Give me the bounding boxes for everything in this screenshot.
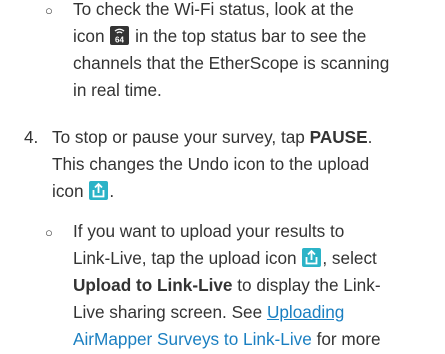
wifi-status-text-line1: To check the Wi-Fi status, look at the <box>73 0 354 19</box>
pause-label: PAUSE <box>309 127 368 147</box>
upload-to-link-live-label: Upload to Link-Live <box>73 275 233 295</box>
step4-icon-period: . <box>109 181 115 201</box>
upload-note-line3-after: to display the Link- <box>237 275 381 295</box>
wifi-channel-scan-icon: 64 <box>110 26 130 45</box>
sub-bullet: ○ <box>45 225 53 240</box>
wifi-channel-number: 64 <box>115 36 124 45</box>
upload-icon <box>302 248 322 267</box>
sub-bullet: ○ <box>45 3 53 18</box>
step4-text-before: To stop or pause your survey, tap <box>52 127 305 147</box>
step4-icon-word: icon <box>52 181 84 201</box>
upload-note-line1: If you want to upload your results to <box>73 221 345 241</box>
wifi-status-text-icon-word: icon <box>73 26 105 46</box>
upload-note-line2-after: , select <box>322 248 377 268</box>
upload-icon <box>89 181 109 200</box>
wifi-status-text-line4: in real time. <box>73 80 162 100</box>
uploading-airmapper-link-part2[interactable]: AirMapper Surveys to Link-Live <box>73 329 312 349</box>
step-number: 4. <box>24 127 39 147</box>
step4-line2: This changes the Undo icon to the upload <box>52 154 370 174</box>
upload-note-line4-before: Live sharing screen. See <box>73 302 263 322</box>
uploading-airmapper-link-part1[interactable]: Uploading <box>267 302 344 322</box>
wifi-status-text-line2: in the top status bar to see the <box>135 26 367 46</box>
upload-note-line2-before: Link-Live, tap the upload icon <box>73 248 297 268</box>
wifi-status-text-line3: channels that the EtherScope is scanning <box>73 53 390 73</box>
step4-period: . <box>367 127 373 147</box>
upload-note-line5-after: for more <box>316 329 381 349</box>
